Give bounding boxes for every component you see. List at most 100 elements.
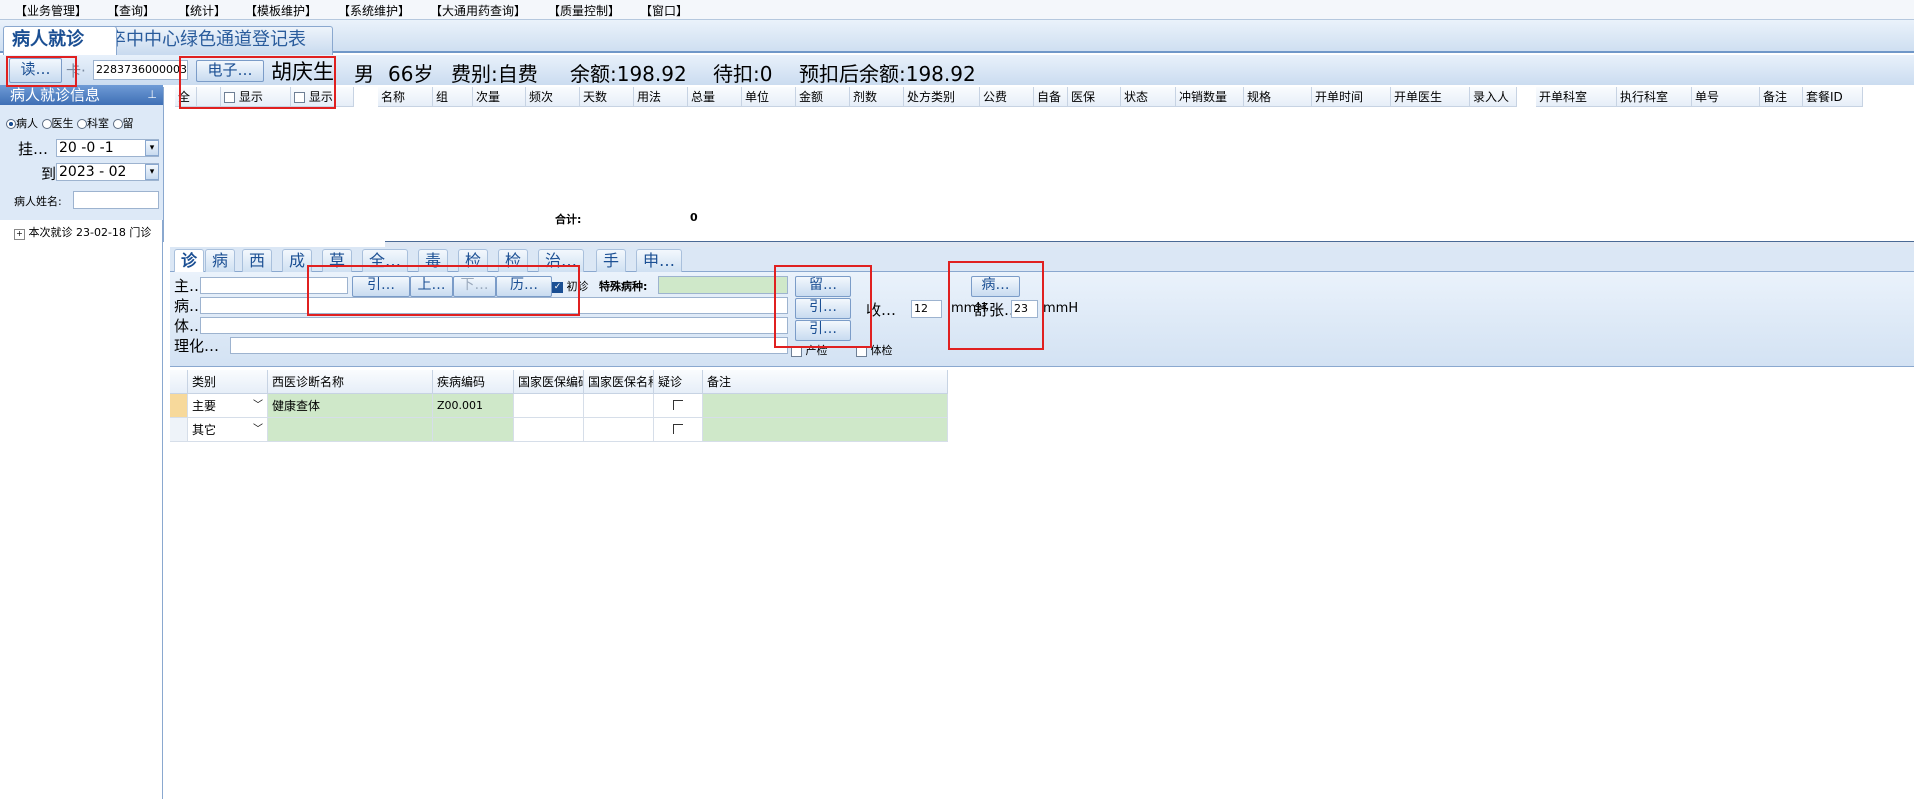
systolic-field[interactable]: 12 (911, 300, 942, 318)
menu-stats[interactable]: 【统计】 (178, 2, 226, 19)
col-unit[interactable]: 单位 (742, 87, 796, 107)
card-number-field[interactable]: 228373600000346 (93, 60, 188, 80)
history-field[interactable] (200, 297, 788, 314)
col-self[interactable]: 自备 (1034, 87, 1068, 107)
menu-window[interactable]: 【窗口】 (640, 2, 688, 19)
col-note[interactable]: 备注 (703, 370, 948, 394)
tab-herbal[interactable]: 草 (322, 249, 353, 272)
col-writeoff[interactable]: 冲销数量 (1176, 87, 1244, 107)
national-code-cell[interactable] (514, 418, 584, 442)
cite-button-3[interactable]: 引… (795, 320, 851, 341)
col-rx-type[interactable]: 处方类别 (904, 87, 980, 107)
save-template-button[interactable]: 留… (795, 276, 851, 297)
suspect-checkbox[interactable] (654, 394, 703, 418)
col-select-all[interactable]: 全 (175, 87, 197, 107)
radio-patient[interactable]: 病人 (6, 117, 38, 130)
col-category[interactable]: 类别 (188, 370, 268, 394)
prenatal-checkbox[interactable]: 产检 (791, 342, 828, 358)
menu-quality[interactable]: 【质量控制】 (548, 2, 620, 19)
tab-apply[interactable]: 申… (636, 249, 683, 272)
down-button[interactable]: 下… (453, 276, 496, 297)
col-dose[interactable]: 次量 (473, 87, 526, 107)
disease-code-cell[interactable] (433, 418, 514, 442)
tab-medical-record[interactable]: 病 (205, 249, 236, 272)
tab-exam[interactable]: 检 (458, 249, 489, 272)
special-disease-field[interactable] (658, 276, 788, 294)
col-show-2[interactable]: 显示 (291, 87, 354, 107)
col-disease-code[interactable]: 疾病编码 (433, 370, 514, 394)
col-amount[interactable]: 金额 (796, 87, 850, 107)
tab-patent-med[interactable]: 成 (282, 249, 313, 272)
radio-dept[interactable]: 科室 (77, 117, 109, 130)
col-spec[interactable]: 规格 (1244, 87, 1312, 107)
visit-tree-item[interactable]: + 本次就诊 23-02-18 门诊 (14, 224, 151, 240)
disease-code-cell[interactable]: Z00.001 (433, 394, 514, 418)
first-visit-checkbox[interactable]: ✓ 初诊 (552, 278, 589, 294)
menu-query[interactable]: 【查询】 (107, 2, 155, 19)
radio-doctor[interactable]: 医生 (41, 117, 74, 130)
national-name-cell[interactable] (584, 418, 654, 442)
physical-field[interactable] (200, 317, 788, 334)
tab-western-med[interactable]: 西 (242, 249, 273, 272)
col-doses[interactable]: 剂数 (850, 87, 904, 107)
category-select[interactable]: 主要 ﹀ (188, 394, 268, 418)
col-total[interactable]: 总量 (688, 87, 742, 107)
pin-icon[interactable]: ⊥ (147, 85, 157, 105)
col-package-id[interactable]: 套餐ID (1803, 87, 1863, 107)
tab-stroke-green-channel[interactable]: 卒中中心绿色通道登记表 (99, 26, 333, 55)
col-suspect[interactable]: 疑诊 (654, 370, 703, 394)
expand-icon[interactable]: + (14, 229, 25, 240)
date-from-dropdown-icon[interactable]: ▾ (145, 140, 159, 156)
physical-exam-checkbox[interactable]: 体检 (856, 342, 893, 358)
date-to-field[interactable]: 2023 - 02 (56, 163, 159, 181)
col-order-time[interactable]: 开单时间 (1312, 87, 1391, 107)
cite-button-2[interactable]: 引… (795, 298, 851, 319)
tab-patient-visit[interactable]: 病人就诊 (3, 26, 117, 55)
patient-name-search-field[interactable] (73, 191, 159, 209)
diastolic-field[interactable]: 23 (1011, 300, 1038, 318)
menu-business[interactable]: 【业务管理】 (15, 2, 87, 19)
date-from-field[interactable]: 20 -0 -1 (56, 139, 159, 157)
radio-stay[interactable]: 留 (112, 117, 134, 130)
col-exec-dept[interactable]: 执行科室 (1617, 87, 1692, 107)
tab-toxic[interactable]: 毒 (418, 249, 449, 272)
category-select[interactable]: 其它 ﹀ (188, 418, 268, 442)
note-cell[interactable] (703, 394, 948, 418)
col-national-name[interactable]: 国家医保名称 (584, 370, 654, 394)
col-national-code[interactable]: 国家医保编码 (514, 370, 584, 394)
ecard-button[interactable]: 电子… (196, 60, 264, 82)
col-order-no[interactable]: 单号 (1692, 87, 1760, 107)
tab-surgery[interactable]: 手 (596, 249, 627, 272)
chevron-down-icon[interactable]: ﹀ (253, 394, 263, 417)
col-order-dept[interactable]: 开单科室 (1536, 87, 1617, 107)
col-insurance[interactable]: 医保 (1068, 87, 1121, 107)
col-diag-name[interactable]: 西医诊断名称 (268, 370, 433, 394)
col-show-1[interactable]: 显示 (221, 87, 291, 107)
suspect-checkbox[interactable] (654, 418, 703, 442)
col-frequency[interactable]: 频次 (526, 87, 580, 107)
diag-name-cell[interactable]: 健康查体 (268, 394, 433, 418)
date-to-dropdown-icon[interactable]: ▾ (145, 164, 159, 180)
disease-button[interactable]: 病… (971, 276, 1020, 297)
col-name[interactable]: 名称 (378, 87, 433, 107)
lab-field[interactable] (230, 337, 788, 354)
menu-drug-query[interactable]: 【大通用药查询】 (430, 2, 526, 19)
col-usage[interactable]: 用法 (634, 87, 688, 107)
tab-treatment[interactable]: 治… (538, 249, 585, 272)
tab-lab[interactable]: 检 (498, 249, 529, 272)
col-days[interactable]: 天数 (580, 87, 634, 107)
history-button[interactable]: 历… (496, 276, 552, 297)
tab-diagnosis[interactable]: 诊 (174, 249, 205, 272)
col-remark[interactable]: 备注 (1760, 87, 1803, 107)
chief-complaint-field[interactable] (200, 277, 348, 294)
chevron-down-icon[interactable]: ﹀ (253, 418, 263, 441)
col-public[interactable]: 公费 (980, 87, 1034, 107)
col-entered-by[interactable]: 录入人 (1470, 87, 1517, 107)
col-status[interactable]: 状态 (1121, 87, 1176, 107)
menu-template[interactable]: 【模板维护】 (245, 2, 317, 19)
national-name-cell[interactable] (584, 394, 654, 418)
up-button[interactable]: 上… (410, 276, 453, 297)
diag-name-cell[interactable] (268, 418, 433, 442)
col-group[interactable]: 组 (433, 87, 473, 107)
menu-system[interactable]: 【系统维护】 (338, 2, 410, 19)
